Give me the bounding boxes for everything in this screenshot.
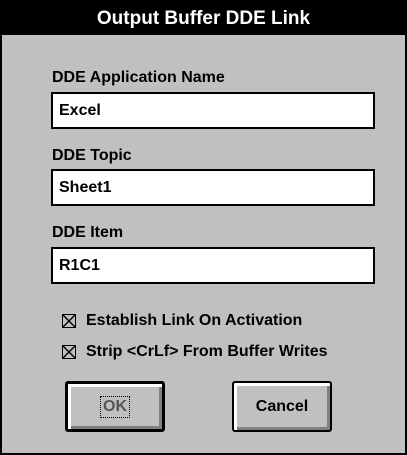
cancel-button[interactable]: Cancel	[232, 381, 332, 432]
establish-link-label: Establish Link On Activation	[86, 312, 303, 329]
dialog-title-bar[interactable]: Output Buffer DDE Link	[2, 2, 405, 35]
strip-crlf-checkbox[interactable]	[62, 345, 76, 359]
strip-crlf-label: Strip <CrLf> From Buffer Writes	[86, 343, 328, 360]
item-input[interactable]: R1C1	[51, 247, 375, 284]
cancel-button-label: Cancel	[255, 397, 309, 415]
dialog-title: Output Buffer DDE Link	[96, 8, 311, 29]
strip-crlf-option[interactable]: Strip <CrLf> From Buffer Writes	[62, 342, 328, 362]
app-name-input[interactable]: Excel	[51, 92, 375, 129]
establish-link-checkbox[interactable]	[62, 314, 76, 328]
establish-link-option[interactable]: Establish Link On Activation	[62, 311, 302, 331]
item-label: DDE Item	[52, 224, 124, 241]
output-buffer-dde-link-dialog: Output Buffer DDE Link DDE Application N…	[0, 0, 407, 455]
ok-button[interactable]: OK	[65, 381, 165, 432]
topic-input[interactable]: Sheet1	[51, 169, 375, 206]
x-check-icon	[63, 346, 75, 358]
topic-label: DDE Topic	[52, 147, 132, 164]
app-name-label: DDE Application Name	[52, 69, 225, 86]
ok-button-label: OK	[100, 395, 130, 418]
x-check-icon	[63, 315, 75, 327]
